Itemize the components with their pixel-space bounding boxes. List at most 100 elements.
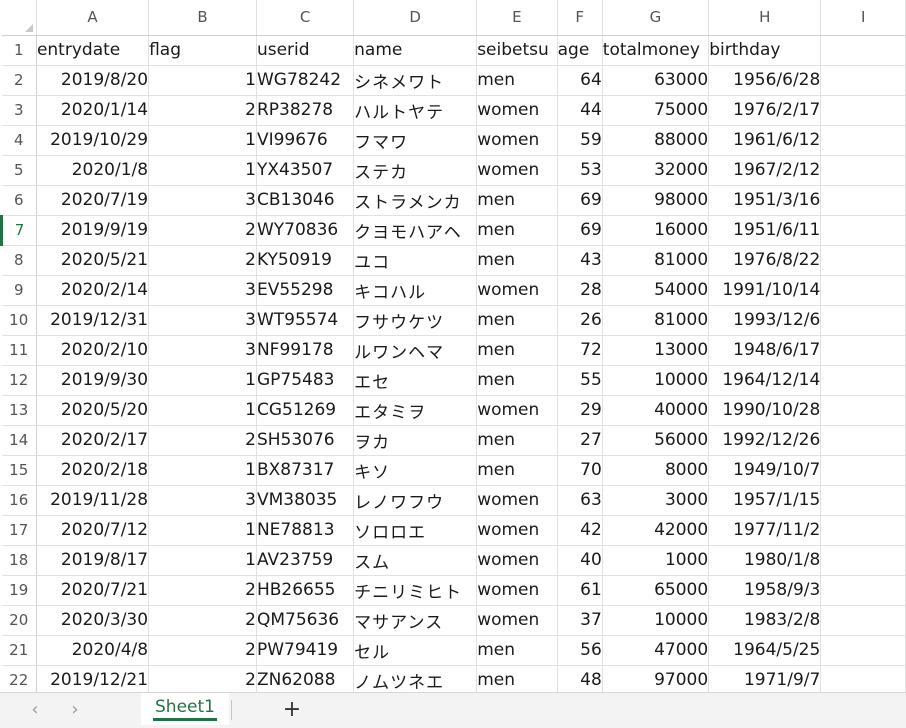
cell[interactable]: women xyxy=(476,515,558,546)
cell[interactable]: 10000 xyxy=(602,605,710,636)
cell[interactable]: 2019/10/29 xyxy=(36,125,150,156)
row-header[interactable]: 18 xyxy=(1,545,37,576)
cell[interactable]: 1967/2/12 xyxy=(708,155,822,186)
cell[interactable]: BX87317 xyxy=(256,455,355,486)
column-header-a[interactable]: A xyxy=(36,0,150,36)
cell[interactable]: 1991/10/14 xyxy=(708,275,822,306)
row-header[interactable]: 19 xyxy=(1,575,37,606)
cell[interactable]: 1951/6/11 xyxy=(708,215,822,246)
cell[interactable]: men xyxy=(476,335,558,366)
cell[interactable]: NF99178 xyxy=(256,335,355,366)
cell[interactable]: women xyxy=(476,125,558,156)
cell[interactable]: men xyxy=(476,665,558,692)
cell[interactable]: 43 xyxy=(557,245,603,276)
empty-cell[interactable] xyxy=(820,305,906,336)
row-header[interactable]: 21 xyxy=(1,635,37,666)
cell[interactable]: 16000 xyxy=(602,215,710,246)
cell[interactable]: 2019/12/31 xyxy=(36,305,150,336)
cell[interactable]: QM75636 xyxy=(256,605,355,636)
cell[interactable]: 1957/1/15 xyxy=(708,485,822,516)
cell[interactable]: VM38035 xyxy=(256,485,355,516)
cell[interactable]: ヲカ xyxy=(353,425,478,456)
cell[interactable]: 64 xyxy=(557,65,603,96)
cell[interactable]: WT95574 xyxy=(256,305,355,336)
cell[interactable]: 2020/1/14 xyxy=(36,95,150,126)
cell[interactable]: HB26655 xyxy=(256,575,355,606)
header-cell[interactable]: age xyxy=(557,35,603,66)
cell[interactable]: 37 xyxy=(557,605,603,636)
column-header-f[interactable]: F xyxy=(557,0,603,36)
cell[interactable]: men xyxy=(476,245,558,276)
cell[interactable]: EV55298 xyxy=(256,275,355,306)
cell[interactable]: 2019/8/20 xyxy=(36,65,150,96)
row-header[interactable]: 3 xyxy=(1,95,37,126)
cell[interactable]: 2020/7/21 xyxy=(36,575,150,606)
empty-cell[interactable] xyxy=(820,575,906,606)
cell[interactable]: women xyxy=(476,575,558,606)
cell[interactable]: 81000 xyxy=(602,245,710,276)
row-header[interactable]: 7 xyxy=(0,215,37,246)
cell[interactable]: 97000 xyxy=(602,665,710,692)
cell[interactable]: 47000 xyxy=(602,635,710,666)
cell[interactable]: 2 xyxy=(148,95,257,126)
row-header[interactable]: 10 xyxy=(1,305,37,336)
empty-cell[interactable] xyxy=(820,605,906,636)
cell[interactable]: 2020/5/20 xyxy=(36,395,150,426)
cell[interactable]: クヨモハアヘ xyxy=(353,215,478,246)
empty-cell[interactable] xyxy=(820,455,906,486)
cell[interactable]: 3000 xyxy=(602,485,710,516)
cell[interactable]: 63 xyxy=(557,485,603,516)
cell[interactable]: 8000 xyxy=(602,455,710,486)
empty-cell[interactable] xyxy=(820,635,906,666)
cell[interactable]: 1949/10/7 xyxy=(708,455,822,486)
cell[interactable]: 32000 xyxy=(602,155,710,186)
empty-cell[interactable] xyxy=(820,155,906,186)
cell[interactable]: 1976/2/17 xyxy=(708,95,822,126)
cell[interactable]: 1993/12/6 xyxy=(708,305,822,336)
row-header[interactable]: 4 xyxy=(1,125,37,156)
empty-cell[interactable] xyxy=(820,485,906,516)
empty-cell[interactable] xyxy=(820,35,906,66)
cell[interactable]: 2 xyxy=(148,425,257,456)
cell[interactable]: 1990/10/28 xyxy=(708,395,822,426)
cell[interactable]: チニリミヒト xyxy=(353,575,478,606)
cell[interactable]: 56000 xyxy=(602,425,710,456)
empty-cell[interactable] xyxy=(820,665,906,692)
cell[interactable]: KY50919 xyxy=(256,245,355,276)
cell[interactable]: 13000 xyxy=(602,335,710,366)
row-header[interactable]: 2 xyxy=(1,65,37,96)
cell[interactable]: men xyxy=(476,365,558,396)
cell[interactable]: キソ xyxy=(353,455,478,486)
cell[interactable]: ルワンヘマ xyxy=(353,335,478,366)
cell[interactable]: 75000 xyxy=(602,95,710,126)
row-header[interactable]: 15 xyxy=(1,455,37,486)
cell[interactable]: 2019/11/28 xyxy=(36,485,150,516)
cell[interactable]: 2020/7/12 xyxy=(36,515,150,546)
cell[interactable]: 1964/12/14 xyxy=(708,365,822,396)
cell[interactable]: 44 xyxy=(557,95,603,126)
cell[interactable]: 2019/9/30 xyxy=(36,365,150,396)
cell[interactable]: 1 xyxy=(148,65,257,96)
cell[interactable]: 1 xyxy=(148,155,257,186)
cell[interactable]: 1980/1/8 xyxy=(708,545,822,576)
empty-cell[interactable] xyxy=(820,65,906,96)
cell[interactable]: 2020/2/17 xyxy=(36,425,150,456)
cell[interactable]: 1 xyxy=(148,125,257,156)
empty-cell[interactable] xyxy=(820,245,906,276)
row-header[interactable]: 13 xyxy=(1,395,37,426)
cell[interactable]: men xyxy=(476,455,558,486)
cell[interactable]: 53 xyxy=(557,155,603,186)
worksheet-grid[interactable]: ABCDEFGHI 1 entrydate flag userid name seibet… xyxy=(0,0,906,692)
row-header[interactable]: 11 xyxy=(1,335,37,366)
cell[interactable]: women xyxy=(476,605,558,636)
cell[interactable]: フサウケツ xyxy=(353,305,478,336)
empty-cell[interactable] xyxy=(820,185,906,216)
cell[interactable]: 3 xyxy=(148,485,257,516)
cell[interactable]: CG51269 xyxy=(256,395,355,426)
cell[interactable]: PW79419 xyxy=(256,635,355,666)
cell[interactable]: 3 xyxy=(148,335,257,366)
cell[interactable]: 2019/9/19 xyxy=(36,215,150,246)
select-all-corner[interactable] xyxy=(1,0,37,36)
cell[interactable]: 10000 xyxy=(602,365,710,396)
cell[interactable]: 2 xyxy=(148,665,257,692)
